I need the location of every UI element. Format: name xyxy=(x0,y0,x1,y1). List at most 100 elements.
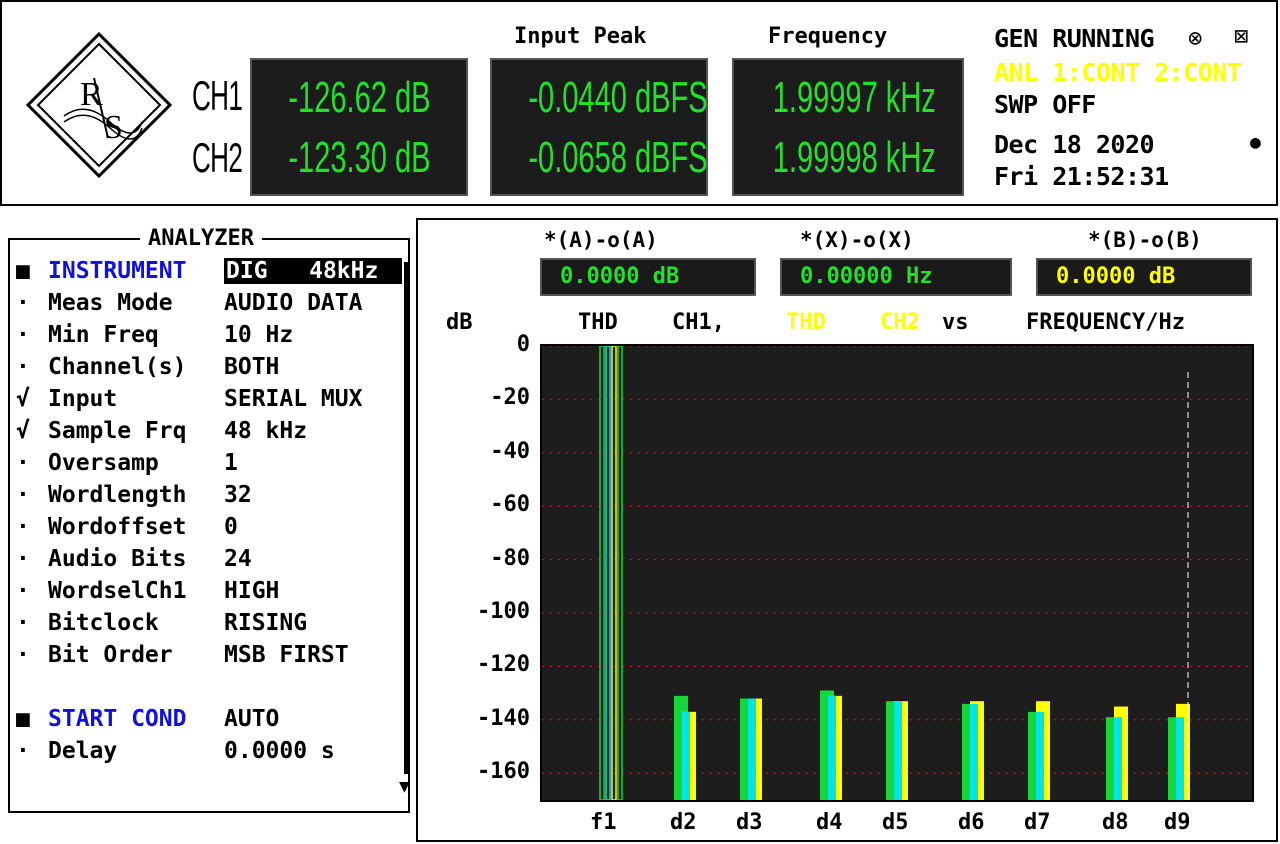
menu-row-bitclock[interactable]: · Bitclock RISING xyxy=(10,610,402,640)
bar-overlap-d5 xyxy=(894,701,902,800)
menu-value[interactable]: 0.0000 s xyxy=(224,738,335,764)
bar-overlap-d2 xyxy=(682,711,690,800)
bar-overlap-d4 xyxy=(828,695,836,800)
menu-value[interactable]: MSB FIRST xyxy=(224,642,349,668)
ch1-level: -126.62 dB xyxy=(288,73,431,122)
menu-value[interactable]: 32 xyxy=(224,482,252,508)
menu-label: Min Freq xyxy=(48,322,159,348)
header-panel: R S CH1 CH2 -126.62 dB -123.30 dB Input … xyxy=(0,0,1278,206)
ch1-frequency: 1.99997 kHz xyxy=(772,73,936,122)
legend-vs: vs xyxy=(942,310,969,335)
analyzer-title: ANALYZER xyxy=(140,226,262,251)
menu-value[interactable]: 10 Hz xyxy=(224,322,293,348)
menu-value[interactable]: AUTO xyxy=(224,706,279,732)
bar-f1 xyxy=(605,345,611,801)
anl-status: ANL 1:CONT 2:CONT xyxy=(994,58,1242,87)
legend-ch1: CH1, xyxy=(672,310,725,335)
menu-row-instrument[interactable]: ■ INSTRUMENT DIG 48kHz xyxy=(10,258,402,288)
input-peak-display: -0.0440 dBFS -0.0658 dBFS xyxy=(490,58,708,196)
menu-value[interactable]: AUDIO DATA xyxy=(224,290,362,316)
graph-panel: *(A)-o(A) 0.0000 dB *(X)-o(X) 0.00000 Hz… xyxy=(416,218,1278,842)
instrument-value[interactable]: DIG 48kHz xyxy=(224,258,402,284)
scroll-down-arrow-icon[interactable]: ▼ xyxy=(399,776,410,797)
menu-value[interactable]: 48 kHz xyxy=(224,418,307,444)
bar-chart xyxy=(542,345,1252,801)
speaker-off-icon: ⊗ xyxy=(1188,24,1203,52)
cursor-b-title: *(B)-o(B) xyxy=(1088,228,1202,252)
check-icon: √ xyxy=(16,386,30,412)
menu-value[interactable]: 24 xyxy=(224,546,252,572)
cursor-b-value: 0.0000 dB xyxy=(1036,258,1252,296)
bar-f1 xyxy=(611,345,617,801)
y-tick-label: -100 xyxy=(477,599,530,625)
menu-label: Oversamp xyxy=(48,450,159,476)
ch1-input-peak: -0.0440 dBFS xyxy=(528,73,708,122)
plot-area[interactable] xyxy=(540,344,1254,802)
menu-label: Audio Bits xyxy=(48,546,187,572)
menu-row-input[interactable]: √ Input SERIAL MUX xyxy=(10,386,402,416)
svg-text:R: R xyxy=(80,76,103,113)
menu-row-wordselch1[interactable]: · WordselCh1 HIGH xyxy=(10,578,402,608)
gen-status: GEN RUNNING xyxy=(994,24,1155,53)
x-tick-label: d6 xyxy=(958,810,985,835)
ch2-label: CH2 xyxy=(192,134,243,181)
cursor-x-title: *(X)-o(X) xyxy=(800,228,914,252)
menu-label: WordselCh1 xyxy=(48,578,187,604)
cursor-a-value: 0.0000 dB xyxy=(540,258,756,296)
ch2-input-peak: -0.0658 dBFS xyxy=(528,133,708,182)
menu-row-bit-order[interactable]: · Bit Order MSB FIRST xyxy=(10,642,402,672)
level-display: -126.62 dB -123.30 dB xyxy=(250,58,468,196)
bar-overlap-d9 xyxy=(1176,717,1184,800)
section-marker: ■ xyxy=(16,258,30,284)
bar-overlap-d3 xyxy=(748,698,756,800)
menu-label: Channel(s) xyxy=(48,354,187,380)
ch1-label: CH1 xyxy=(192,72,243,119)
menu-row-sample-frq[interactable]: √ Sample Frq 48 kHz xyxy=(10,418,402,448)
menu-value[interactable]: RISING xyxy=(224,610,307,636)
rohde-schwarz-logo: R S xyxy=(25,31,173,179)
menu-row-audio-bits[interactable]: · Audio Bits 24 xyxy=(10,546,402,576)
legend-ch2: CH2 xyxy=(880,310,920,335)
menu-label: Bitclock xyxy=(48,610,159,636)
mute-icon: ⊠ xyxy=(1234,22,1249,50)
y-tick-label: 0 xyxy=(516,332,530,357)
legend-thd-ch1: THD xyxy=(578,310,618,335)
menu-label: Bit Order xyxy=(48,642,173,668)
menu-row-wordoffset[interactable]: · Wordoffset 0 xyxy=(10,514,402,544)
y-tick-label: -60 xyxy=(490,492,530,518)
menu-label: Meas Mode xyxy=(48,290,173,316)
analyzer-panel: ANALYZER ■ INSTRUMENT DIG 48kHz · Meas M… xyxy=(8,226,410,813)
menu-scrollbar[interactable] xyxy=(404,262,408,774)
x-tick-label: d7 xyxy=(1024,810,1051,835)
menu-label: Wordoffset xyxy=(48,514,187,540)
y-tick-label: -40 xyxy=(490,438,530,464)
section-marker: ■ xyxy=(16,706,30,732)
menu-row-min-freq[interactable]: · Min Freq 10 Hz xyxy=(10,322,402,352)
legend-thd-ch2: THD xyxy=(786,310,826,335)
x-tick-label: d5 xyxy=(882,810,909,835)
bar-overlap-d6 xyxy=(970,703,978,800)
bar-overlap-d7 xyxy=(1036,711,1044,800)
input-peak-title: Input Peak xyxy=(514,24,647,49)
y-tick-label: -20 xyxy=(490,385,530,411)
menu-row-oversamp[interactable]: · Oversamp 1 xyxy=(10,450,402,480)
menu-value[interactable]: BOTH xyxy=(224,354,279,380)
menu-row-delay[interactable]: · Delay 0.0000 s xyxy=(10,738,402,768)
frequency-title: Frequency xyxy=(768,24,888,49)
menu-value[interactable]: 0 xyxy=(224,514,238,540)
menu-value[interactable]: 1 xyxy=(224,450,238,476)
x-tick-label: d9 xyxy=(1164,810,1191,835)
menu-value[interactable]: SERIAL MUX xyxy=(224,386,362,412)
menu-value[interactable]: HIGH xyxy=(224,578,279,604)
sweep-status: SWP OFF xyxy=(994,90,1096,119)
x-tick-label: d8 xyxy=(1102,810,1129,835)
menu-row-start-cond[interactable]: ■ START COND AUTO xyxy=(10,706,402,736)
date: Dec 18 2020 xyxy=(994,130,1155,159)
menu-row-channels[interactable]: · Channel(s) BOTH xyxy=(10,354,402,384)
menu-row-wordlength[interactable]: · Wordlength 32 xyxy=(10,482,402,512)
menu-row-meas-mode[interactable]: · Meas Mode AUDIO DATA xyxy=(10,290,402,320)
menu-label: INSTRUMENT xyxy=(48,258,187,284)
menu-label: Delay xyxy=(48,738,118,764)
frequency-display: 1.99997 kHz 1.99998 kHz xyxy=(732,58,964,196)
x-tick-label: f1 xyxy=(590,810,617,835)
